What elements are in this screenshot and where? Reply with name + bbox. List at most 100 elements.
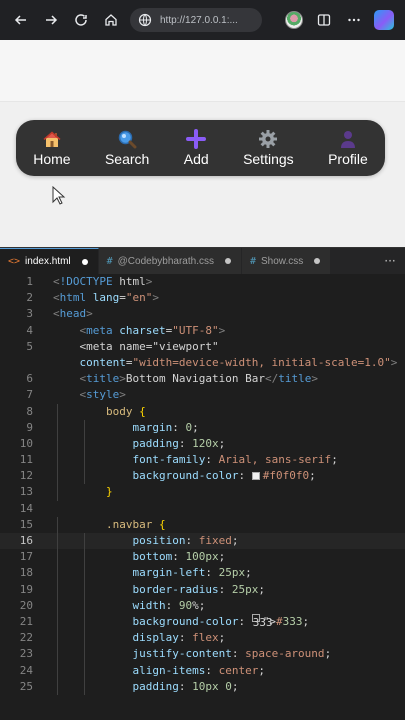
code-text: padding: 120x; [132,436,226,450]
code-line[interactable]: 17 bottom: 100px; [0,549,405,566]
code-line[interactable]: 3 <head> [0,306,405,322]
refresh-icon[interactable] [66,5,96,35]
tab-label: @Codebybharath.css [117,255,214,267]
indent-guide [57,597,59,614]
code-text: display: flex; [132,631,226,645]
code-line[interactable]: 1 <!DOCTYPE html> [0,274,405,290]
code-text: <style> [79,388,126,402]
line-number: 10 [19,436,33,450]
indent-guide [83,435,85,453]
split-screen-icon[interactable] [309,5,339,35]
back-icon[interactable] [6,5,36,35]
code-text: <meta charset="UTF-8"> [79,323,226,337]
code-text: justify-content: space-around; [132,647,332,661]
line-number: 9 [26,420,33,434]
page-preview: Home Search Add Settings Profile [0,40,405,247]
code-line[interactable]: 25 padding: 10px 0; [0,678,405,695]
indent-guide [83,630,85,647]
code-line[interactable]: 24 align-items: center; [0,662,405,679]
url-text: http://127.0.0.1:... [160,14,238,26]
mouse-cursor-icon [52,186,66,205]
code-text: padding: 10px 0; [132,679,239,693]
tab-codebybharath-css[interactable]: # @Codebybharath.css [98,248,242,274]
address-bar[interactable]: http://127.0.0.1:... [130,8,262,32]
unsaved-dot-icon[interactable] [224,258,231,264]
line-number: 6 [26,372,33,386]
line-number: 12 [19,469,33,483]
code-line[interactable]: 5 <meta name="viewport" [0,339,405,355]
code-editor[interactable]: 1 <!DOCTYPE html> 2 <html lang="en"> 3 <head>… [0,274,405,720]
home-icon[interactable] [96,5,126,35]
code-line[interactable]: 7 <style> [0,387,405,403]
code-text: background-color: 333">#333; [132,613,310,629]
bottom-navbar: Home Search Add Settings Profile [16,120,385,176]
nav-item-home[interactable]: Home [33,129,71,167]
unsaved-dot-icon[interactable] [314,258,321,264]
indent-guide [57,662,59,679]
nav-item-search[interactable]: Search [105,129,149,167]
code-line[interactable]: 13 } [0,484,405,501]
code-line[interactable]: 8 body { [0,403,405,420]
code-line[interactable]: 19 border-radius: 25px; [0,581,405,598]
indent-guide [57,468,59,485]
nav-item-settings[interactable]: Settings [243,129,294,167]
profile-avatar[interactable] [279,5,309,35]
indent-guide [83,581,85,598]
copilot-icon[interactable] [369,5,399,35]
nav-item-profile[interactable]: Profile [328,129,368,167]
code-line[interactable]: 9 margin: 0; [0,419,405,436]
site-info-icon[interactable] [138,13,152,27]
code-text: <html lang="en"> [53,291,159,305]
nav-label: Profile [328,151,368,167]
gear-icon [258,129,278,149]
code-text: .navbar { [105,517,166,531]
code-line[interactable]: 6 <title>Bottom Navigation Bar</title> [0,371,405,387]
code-line[interactable]: 23 justify-content: space-around; [0,646,405,663]
nav-item-add[interactable]: Add [184,129,209,167]
indent-guide [57,549,59,566]
code-line[interactable]: 16 position: fixed; [0,533,405,550]
tab-label: Show.css [261,255,304,267]
line-number: 11 [19,453,33,467]
code-line[interactable]: 11 font-family: Arial, sans-serif; [0,452,405,469]
line-number: 13 [19,485,33,499]
tab-index-html[interactable]: <> index.html [0,248,99,274]
code-line[interactable]: 15 .navbar { [0,516,405,533]
code-line[interactable]: 14 [0,501,405,517]
line-number: 17 [19,550,33,564]
more-actions-icon[interactable]: ··· [375,248,405,274]
indent-guide [83,613,85,631]
code-line[interactable]: 18 margin-left: 25px; [0,565,405,582]
line-number: 7 [26,388,33,402]
line-number: 5 [26,339,33,353]
browser-toolbar: http://127.0.0.1:... [0,0,405,40]
nav-label: Search [104,151,150,167]
unsaved-dot-icon[interactable] [81,258,88,265]
tab-show-css[interactable]: # Show.css [241,248,332,274]
code-text: <title>Bottom Navigation Bar</title> [79,372,318,386]
nav-label: Home [33,151,71,167]
code-line[interactable]: 10 padding: 120x; [0,435,405,453]
code-line[interactable]: 20 width: 90%; [0,597,405,614]
code-line[interactable]: content="width=device-width, initial-sca… [0,355,405,371]
indent-guide [57,419,59,436]
code-line[interactable]: 12 background-color: #f0f0f0; [0,468,405,485]
line-number: 24 [19,663,33,677]
line-number: 20 [19,598,33,612]
indent-guide [57,435,59,453]
code-text: } [105,485,113,499]
code-line[interactable]: 21 background-color: 333">#333; [0,613,405,631]
indent-guide [57,516,59,533]
line-number: 16 [19,534,33,547]
code-line[interactable]: 22 display: flex; [0,630,405,647]
code-line[interactable]: 4 <meta charset="UTF-8"> [0,323,405,339]
more-icon[interactable] [339,5,369,35]
indent-guide [83,662,85,679]
forward-icon[interactable] [36,5,66,35]
indent-guide [57,484,59,501]
line-number: 21 [19,614,33,628]
indent-guide [57,403,59,420]
line-number: 1 [26,275,33,288]
code-line[interactable]: 2 <html lang="en"> [0,290,405,306]
indent-guide [57,565,59,582]
